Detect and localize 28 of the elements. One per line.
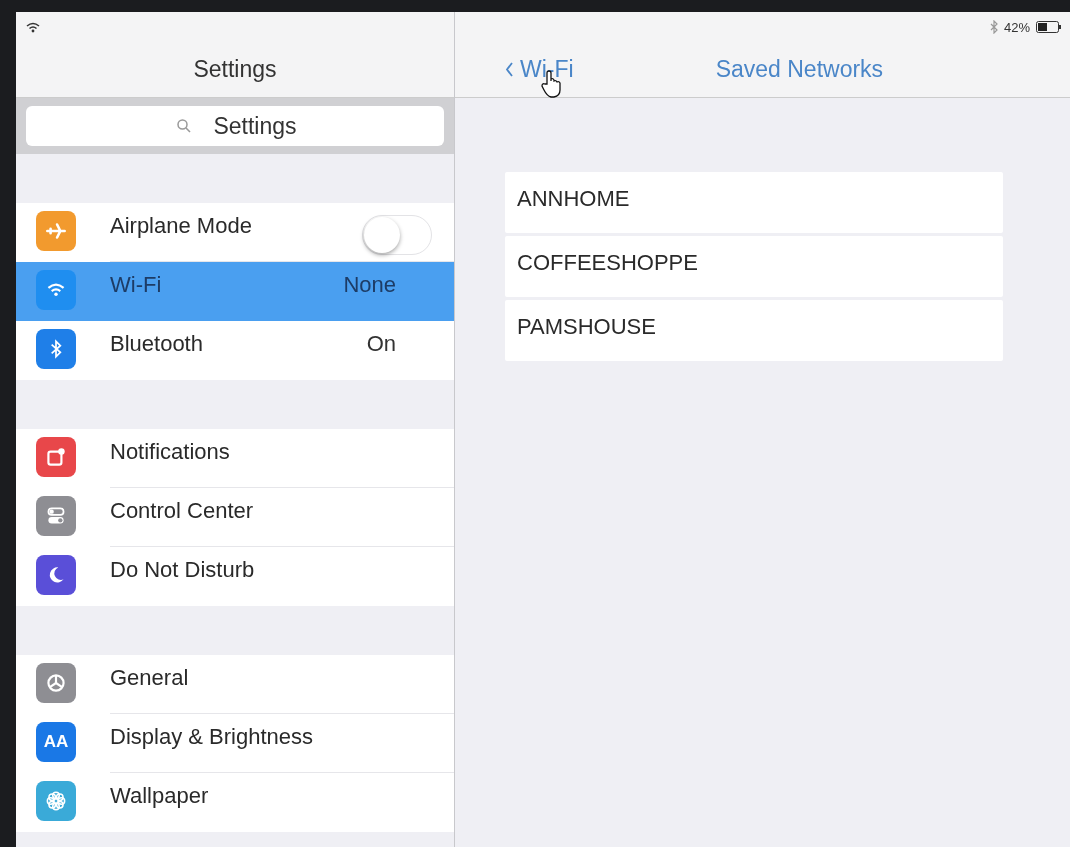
setting-label: Bluetooth	[110, 331, 203, 357]
setting-label: Wallpaper	[110, 783, 209, 809]
network-row[interactable]: PAMSHOUSE	[505, 300, 1003, 361]
setting-value: On	[366, 331, 396, 357]
settings-row[interactable]: Control Center	[16, 488, 454, 547]
settings-row[interactable]: Bluetooth On	[16, 321, 454, 380]
settings-row[interactable]: Wallpaper	[16, 773, 454, 832]
settings-row[interactable]: General	[16, 655, 454, 714]
settings-row[interactable]: Wi-Fi None	[16, 262, 454, 321]
setting-label: General	[110, 665, 189, 691]
page-title: Saved Networks	[715, 56, 884, 83]
setting-label: Do Not Disturb	[110, 557, 255, 583]
setting-label: Wi-Fi	[110, 272, 162, 298]
battery-percent: 42%	[1003, 19, 1030, 35]
setting-label: Control Center	[110, 498, 254, 524]
text-size-icon: AA	[36, 722, 76, 762]
settings-row[interactable]: Notifications	[16, 429, 454, 488]
network-row[interactable]: ANNHOME	[505, 172, 1003, 233]
settings-row[interactable]: Airplane Mode	[16, 203, 454, 262]
setting-label: Notifications	[110, 439, 230, 465]
settings-row[interactable]: Do Not Disturb	[16, 547, 454, 606]
search-field[interactable]: Settings	[26, 106, 444, 146]
setting-label: Display & Brightness	[110, 724, 313, 750]
setting-label: Airplane Mode	[110, 213, 252, 239]
settings-row[interactable]: AA Display & Brightness	[16, 714, 454, 773]
sidebar-title: Settings	[193, 56, 277, 83]
setting-value: None	[343, 272, 396, 298]
network-row[interactable]: COFFEESHOPPE	[505, 236, 1003, 297]
